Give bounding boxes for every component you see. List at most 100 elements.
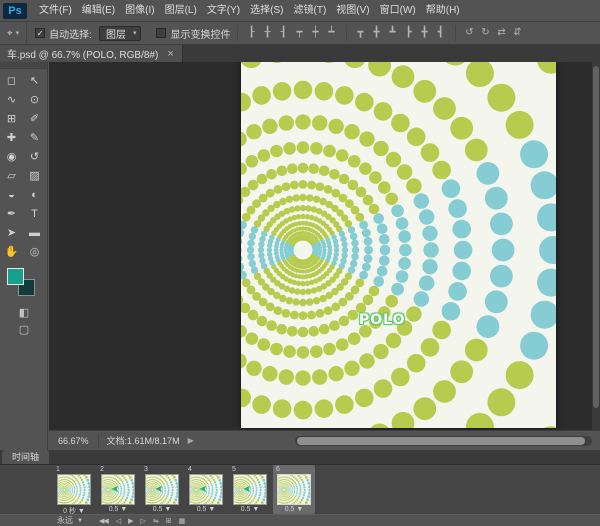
drag-3d-icon[interactable]: ⇄	[493, 25, 509, 41]
frame-delay-dropdown[interactable]: 0.5 ▼	[97, 506, 139, 513]
menu-item[interactable]: 文字(Y)	[202, 0, 245, 22]
blur-tool[interactable]: ◒	[0, 186, 23, 205]
chevron-down-icon: ▾	[16, 29, 20, 37]
timeline-frame[interactable]: 60.5 ▼	[273, 465, 315, 514]
frame-delay-dropdown[interactable]: 0.5 ▼	[141, 506, 183, 513]
pen-tool[interactable]: ✒	[0, 205, 23, 224]
brush-tool[interactable]: ✎	[23, 129, 46, 148]
clone-stamp-tool[interactable]: ◉	[0, 148, 23, 167]
gradient-tool[interactable]: ▨	[23, 167, 46, 186]
loop-count-value: 永远	[57, 515, 73, 526]
menu-item[interactable]: 视图(V)	[331, 0, 374, 22]
eyedropper-tool[interactable]: ✐	[23, 110, 46, 129]
quick-mask-button[interactable]: ◧	[0, 305, 48, 322]
tool-preset-dropdown[interactable]: ⌖ ▾	[0, 22, 27, 44]
frame-thumbnail[interactable]: ➤	[189, 474, 223, 505]
menu-item[interactable]: 图层(L)	[160, 0, 202, 22]
frame-thumbnail[interactable]	[277, 474, 311, 505]
green-arrow-icon: ➤	[155, 484, 163, 495]
dodge-tool[interactable]: ◐	[23, 186, 46, 205]
align-vertical-centers-icon[interactable]: ┿	[307, 25, 323, 41]
timeline-frame[interactable]: 3➤0.5 ▼	[141, 465, 183, 514]
distribute-top-edges-icon[interactable]: ┳	[352, 25, 368, 41]
slide-3d-icon[interactable]: ⇵	[509, 25, 525, 41]
move-tool[interactable]: ↖	[23, 72, 46, 91]
rectangular-marquee-tool[interactable]: ◻	[0, 72, 23, 91]
checkbox-unchecked-icon[interactable]	[156, 28, 166, 38]
distribute-left-edges-icon[interactable]: ┣	[400, 25, 416, 41]
document-tab[interactable]: 车.psd @ 66.7% (POLO, RGB/8#) ×	[0, 45, 183, 62]
align-left-edges-icon[interactable]: ┠	[243, 25, 259, 41]
timeline-frame[interactable]: 10 秒 ▼	[53, 465, 95, 514]
distribute-horizontal-centers-icon[interactable]: ╋	[416, 25, 432, 41]
tools-panel-grip[interactable]	[0, 62, 47, 69]
status-flyout-arrow-icon[interactable]: ▶	[188, 436, 194, 445]
frame-delay-dropdown[interactable]: 0.5 ▼	[185, 506, 227, 513]
play-button[interactable]: ▶	[128, 517, 132, 525]
align-top-edges-icon[interactable]: ┯	[291, 25, 307, 41]
green-arrow-icon: ➤	[243, 484, 251, 495]
timeline-panel-tab[interactable]: 时间轴	[2, 450, 49, 464]
menu-item[interactable]: 滤镜(T)	[289, 0, 332, 22]
align-right-edges-icon[interactable]: ┨	[275, 25, 291, 41]
roll-3d-icon[interactable]: ↻	[477, 25, 493, 41]
vertical-scrollbar-thumb[interactable]	[593, 66, 599, 408]
checkbox-checked-icon[interactable]: ✓	[35, 28, 45, 38]
horizontal-scrollbar-thumb[interactable]	[297, 437, 585, 445]
healing-brush-tool[interactable]: ✚	[0, 129, 23, 148]
horizontal-scrollbar[interactable]	[295, 436, 592, 446]
tween-button[interactable]: ⇋	[153, 517, 158, 525]
tools-grid: ◻↖∿⊙⊞✐✚✎◉↺▱▨◒◐✒T➤▬✋◎	[0, 69, 48, 262]
canvas-area[interactable]: POLO	[49, 62, 600, 430]
show-transform-checkbox[interactable]: 显示变换控件	[156, 26, 230, 41]
menu-item[interactable]: 帮助(H)	[421, 0, 465, 22]
document-image[interactable]: POLO	[241, 62, 556, 428]
chevron-down-icon: ▾	[133, 29, 137, 37]
first-frame-button[interactable]: ◀◀	[99, 517, 108, 525]
foreground-color-swatch[interactable]	[7, 268, 24, 285]
history-brush-tool[interactable]: ↺	[23, 148, 46, 167]
distribute-vertical-centers-icon[interactable]: ╋	[368, 25, 384, 41]
path-selection-tool[interactable]: ➤	[0, 224, 23, 243]
eraser-tool[interactable]: ▱	[0, 167, 23, 186]
tab-close-icon[interactable]: ×	[167, 49, 173, 59]
zoom-level[interactable]: 66.67%	[49, 434, 99, 448]
hand-tool[interactable]: ✋	[0, 243, 23, 262]
quick-selection-tool[interactable]: ⊙	[23, 91, 46, 110]
type-tool[interactable]: T	[23, 205, 46, 224]
timeline-frame[interactable]: 4➤0.5 ▼	[185, 465, 227, 514]
timeline-frame[interactable]: 5➤0.5 ▼	[229, 465, 271, 514]
screen-mode-button[interactable]: ▢	[0, 322, 48, 339]
dot-pattern-artwork	[241, 62, 556, 428]
rotate-3d-icon[interactable]: ↺	[461, 25, 477, 41]
menu-item[interactable]: 图像(I)	[120, 0, 159, 22]
menu-item[interactable]: 编辑(E)	[77, 0, 120, 22]
shape-tool[interactable]: ▬	[23, 224, 46, 243]
vertical-scrollbar[interactable]	[592, 62, 600, 430]
frame-delay-dropdown[interactable]: 0.5 ▼	[273, 506, 315, 513]
next-frame-button[interactable]: ▷	[141, 517, 145, 525]
distribute-right-edges-icon[interactable]: ┫	[432, 25, 448, 41]
crop-tool[interactable]: ⊞	[0, 110, 23, 129]
zoom-tool[interactable]: ◎	[23, 243, 46, 262]
frame-thumbnail[interactable]: ➤	[145, 474, 179, 505]
previous-frame-button[interactable]: ◁	[116, 517, 120, 525]
align-bottom-edges-icon[interactable]: ┷	[323, 25, 339, 41]
align-horizontal-centers-icon[interactable]: ╂	[259, 25, 275, 41]
delete-frame-button[interactable]: ▦	[179, 517, 185, 525]
lasso-tool[interactable]: ∿	[0, 91, 23, 110]
duplicate-frame-button[interactable]: ⊞	[166, 517, 171, 525]
frame-thumbnail[interactable]: ➤	[233, 474, 267, 505]
loop-count-dropdown[interactable]: 永远 ▼	[57, 515, 83, 526]
distribute-bottom-edges-icon[interactable]: ┻	[384, 25, 400, 41]
frame-number: 2	[100, 466, 104, 473]
frame-thumbnail[interactable]	[57, 474, 91, 505]
timeline-frame[interactable]: 2➤0.5 ▼	[97, 465, 139, 514]
menu-item[interactable]: 文件(F)	[34, 0, 77, 22]
auto-select-scope-dropdown[interactable]: 图层 ▾	[99, 26, 142, 41]
menu-item[interactable]: 选择(S)	[245, 0, 288, 22]
frame-thumbnail[interactable]: ➤	[101, 474, 135, 505]
auto-select-checkbox[interactable]: ✓ 自动选择:	[35, 26, 92, 41]
frame-delay-dropdown[interactable]: 0.5 ▼	[229, 506, 271, 513]
menu-item[interactable]: 窗口(W)	[375, 0, 421, 22]
